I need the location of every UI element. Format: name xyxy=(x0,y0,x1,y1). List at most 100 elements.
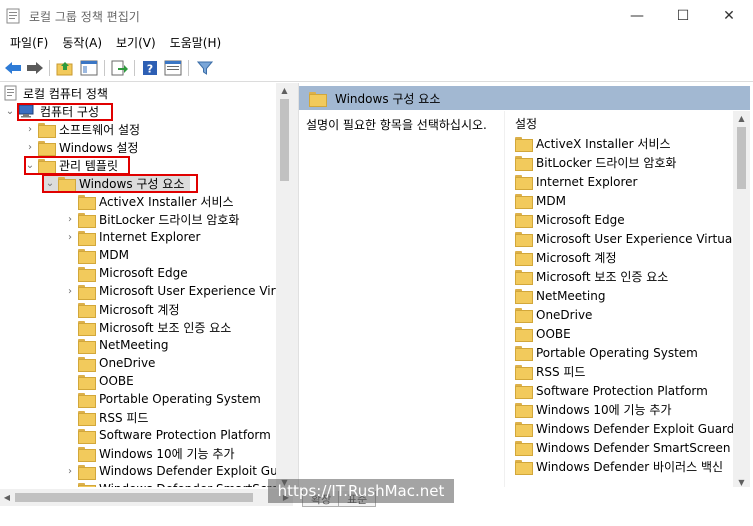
forward-button[interactable] xyxy=(26,59,44,77)
tree-item[interactable]: › Microsoft User Experience Virtua xyxy=(64,282,293,300)
scroll-up-icon[interactable]: ▲ xyxy=(733,111,750,125)
filter-button[interactable] xyxy=(196,59,214,77)
list-item-label: ActiveX Installer 서비스 xyxy=(536,137,671,151)
tree-horizontal-scrollbar[interactable]: ◀ ▶ xyxy=(0,489,293,506)
list-item[interactable]: Portable Operating System xyxy=(515,343,698,362)
chevron-right-icon[interactable]: › xyxy=(64,462,76,480)
chevron-right-icon[interactable]: › xyxy=(64,282,76,300)
minimize-button[interactable]: — xyxy=(614,0,660,32)
tree-item[interactable]: Windows 10에 기능 추가 xyxy=(64,444,234,462)
tree-item-label: Portable Operating System xyxy=(99,392,261,406)
list-item[interactable]: Software Protection Platform xyxy=(515,381,708,400)
menu-action[interactable]: 동작(A) xyxy=(55,32,109,54)
chevron-right-icon[interactable]: › xyxy=(24,138,36,156)
back-button[interactable] xyxy=(4,59,22,77)
maximize-button[interactable]: ☐ xyxy=(660,0,706,32)
show-hide-tree-button[interactable] xyxy=(80,59,98,77)
list-item[interactable]: Microsoft Edge xyxy=(515,210,625,229)
up-level-button[interactable] xyxy=(56,59,74,77)
list-item[interactable]: ActiveX Installer 서비스 xyxy=(515,134,671,153)
list-item[interactable]: Windows Defender Exploit Guard xyxy=(515,419,734,438)
highlight-box xyxy=(24,156,130,175)
folder-icon xyxy=(515,289,533,304)
column-header-settings[interactable]: 설정 xyxy=(515,115,537,132)
scroll-thumb[interactable] xyxy=(737,127,746,189)
help-button[interactable]: ? xyxy=(141,59,159,77)
list-item[interactable]: Windows Defender SmartScreen xyxy=(515,438,731,457)
list-item[interactable]: Windows Defender 바이러스 백신 xyxy=(515,457,723,476)
list-item[interactable]: OneDrive xyxy=(515,305,592,324)
folder-icon xyxy=(515,156,533,171)
scroll-thumb[interactable] xyxy=(280,99,289,181)
export-list-button[interactable] xyxy=(110,59,128,77)
tree-item[interactable]: Microsoft Edge xyxy=(64,264,188,282)
tree-item[interactable]: NetMeeting xyxy=(64,336,168,354)
detail-header-title: Windows 구성 요소 xyxy=(335,91,441,106)
tree-item[interactable]: Microsoft 보조 인증 요소 xyxy=(64,318,231,336)
list-item-label: Microsoft Edge xyxy=(536,212,625,227)
list-item[interactable]: Microsoft 보조 인증 요소 xyxy=(515,267,668,286)
back-arrow-icon xyxy=(5,62,21,74)
tree-item-root[interactable]: 로컬 컴퓨터 정책 xyxy=(4,84,108,102)
tree-item-label: Windows 10에 기능 추가 xyxy=(99,446,235,461)
list-item[interactable]: NetMeeting xyxy=(515,286,605,305)
tree-item[interactable]: › BitLocker 드라이브 암호화 xyxy=(64,210,239,228)
menu-view[interactable]: 보기(V) xyxy=(109,32,163,54)
tree-item-windows-settings[interactable]: › Windows 설정 xyxy=(24,138,138,156)
properties-button[interactable] xyxy=(164,59,182,77)
list-item[interactable]: OOBE xyxy=(515,324,571,343)
scroll-up-icon[interactable]: ▲ xyxy=(276,83,293,97)
list-item[interactable]: Microsoft 계정 xyxy=(515,248,617,267)
list-item-label: Windows Defender SmartScreen xyxy=(536,440,731,455)
menu-file[interactable]: 파일(F) xyxy=(3,32,55,54)
tree-item-label: NetMeeting xyxy=(99,338,169,352)
list-item[interactable]: Microsoft User Experience Virtualizati xyxy=(515,229,736,248)
chevron-right-icon[interactable]: › xyxy=(64,210,76,228)
tree-item[interactable]: Portable Operating System xyxy=(64,390,261,408)
close-button[interactable]: ✕ xyxy=(706,0,752,32)
tree-item-label: OOBE xyxy=(99,374,134,388)
scroll-left-icon[interactable]: ◀ xyxy=(0,489,14,506)
tree-item[interactable]: Microsoft 계정 xyxy=(64,300,180,318)
tree-item[interactable]: › Internet Explorer xyxy=(64,228,200,246)
folder-icon xyxy=(515,441,533,456)
tree-item-label: Microsoft 계정 xyxy=(99,302,180,317)
scroll-thumb[interactable] xyxy=(15,493,253,502)
list-item[interactable]: MDM xyxy=(515,191,566,210)
folder-icon xyxy=(78,374,96,390)
help-icon: ? xyxy=(143,61,157,76)
list-vertical-scrollbar[interactable]: ▲ ▼ xyxy=(733,111,750,489)
tree-pane: 로컬 컴퓨터 정책 ⌄ 컴퓨터 구성 › 소프트웨어 설정 › Windows … xyxy=(0,83,293,509)
close-icon: ✕ xyxy=(723,8,735,24)
policy-doc-icon xyxy=(4,85,17,101)
list-item[interactable]: Windows 10에 기능 추가 xyxy=(515,400,671,419)
tree-item-software-settings[interactable]: › 소프트웨어 설정 xyxy=(24,120,140,138)
list-item[interactable]: BitLocker 드라이브 암호화 xyxy=(515,153,676,172)
tree-item[interactable]: OOBE xyxy=(64,372,134,390)
tree-item[interactable]: RSS 피드 xyxy=(64,408,148,426)
tree-item[interactable]: Software Protection Platform xyxy=(64,426,271,444)
chevron-right-icon[interactable]: › xyxy=(64,228,76,246)
list-item-label: MDM xyxy=(536,193,566,208)
tree-item[interactable]: ActiveX Installer 서비스 xyxy=(64,192,234,210)
tree-item[interactable]: MDM xyxy=(64,246,129,264)
folder-icon xyxy=(78,464,96,480)
minimize-icon: — xyxy=(630,8,644,24)
folder-icon xyxy=(38,140,56,156)
tree-vertical-scrollbar[interactable]: ▲ ▼ xyxy=(276,83,293,489)
menu-help[interactable]: 도움말(H) xyxy=(163,32,229,54)
chevron-right-icon[interactable]: › xyxy=(24,120,36,138)
tree-item[interactable]: › Windows Defender Exploit Guard xyxy=(64,462,293,480)
detail-header: Windows 구성 요소 xyxy=(299,86,750,110)
list-item[interactable]: RSS 피드 xyxy=(515,362,585,381)
list-item[interactable]: Internet Explorer xyxy=(515,172,637,191)
properties-icon xyxy=(164,60,182,76)
list-item-label: NetMeeting xyxy=(536,288,606,303)
chevron-down-icon[interactable]: ⌄ xyxy=(4,102,16,120)
window-title: 로컬 그룹 정책 편집기 xyxy=(29,10,140,24)
tree-item[interactable]: OneDrive xyxy=(64,354,155,372)
